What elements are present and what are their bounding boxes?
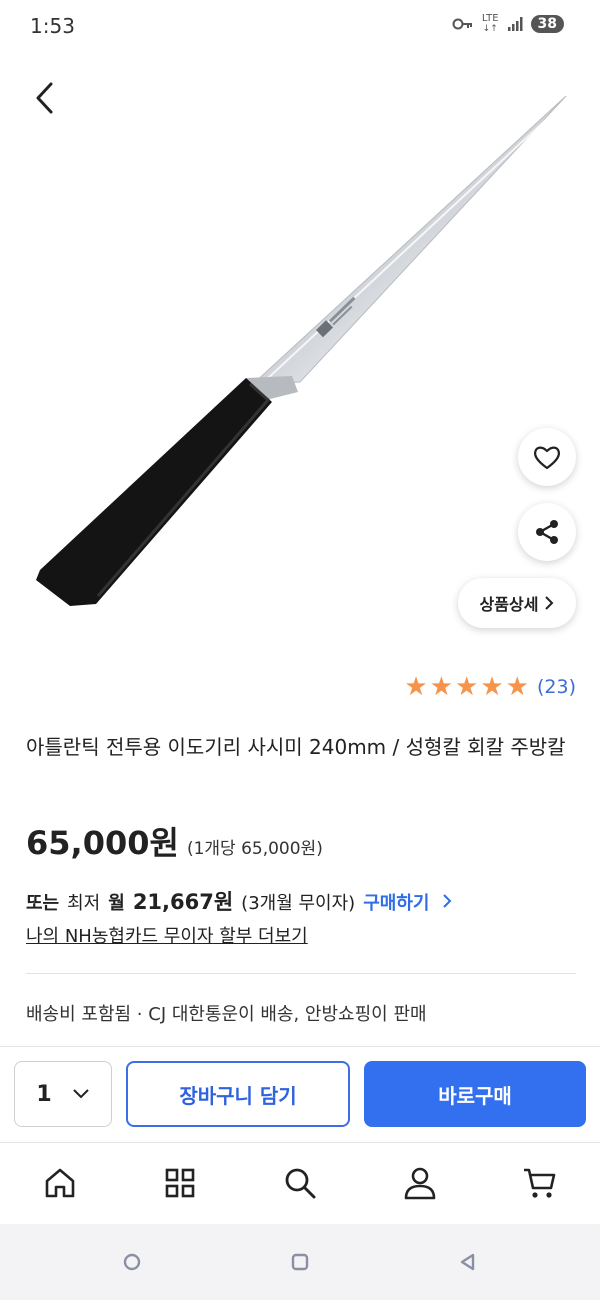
tab-home[interactable] — [38, 1161, 82, 1205]
star-icon: ★ — [404, 672, 428, 702]
triangle-back-icon — [460, 1253, 475, 1271]
tab-category[interactable] — [158, 1161, 202, 1205]
back-system-button[interactable] — [456, 1250, 480, 1274]
installment-buy-label: 구매하기 — [363, 893, 430, 914]
wishlist-button[interactable] — [518, 428, 576, 486]
recents-button[interactable] — [120, 1250, 144, 1274]
star-icon: ★ — [455, 672, 479, 702]
unit-price: (1개당 65,000원) — [186, 839, 323, 859]
tab-my-page[interactable] — [398, 1161, 442, 1205]
chevron-right-icon — [443, 894, 452, 908]
back-button[interactable] — [24, 76, 64, 120]
quantity-select[interactable]: 1 — [14, 1061, 112, 1127]
chevron-left-icon — [36, 82, 53, 114]
home-system-button[interactable] — [288, 1250, 312, 1274]
search-icon — [285, 1168, 316, 1199]
star-icon: ★ — [429, 672, 454, 702]
add-to-cart-button[interactable]: 장바구니 담기 — [126, 1061, 350, 1127]
star-icon: ★ — [505, 672, 529, 702]
home-icon — [45, 1168, 75, 1198]
circle-icon — [123, 1253, 141, 1271]
installment-label: 최저 — [67, 893, 101, 914]
installment-info: 또는 최저 월 21,667원 (3개월 무이자) 구매하기 — [26, 886, 452, 916]
square-icon — [291, 1253, 309, 1271]
grid-icon — [165, 1168, 195, 1198]
key-icon — [452, 18, 472, 30]
chevron-right-icon — [545, 596, 554, 610]
installment-prefix: 또는 — [26, 893, 60, 914]
battery-badge: 38 — [530, 15, 564, 33]
status-time: 1:53 — [30, 14, 75, 38]
product-title: 아틀란틱 전투용 이도기리 사시미 240mm / 성형칼 회칼 주방칼 — [26, 735, 566, 759]
purchase-bar: 1 장바구니 담기 바로구매 — [0, 1046, 600, 1142]
star-icon: ★ — [480, 672, 504, 702]
chevron-down-icon — [72, 1089, 89, 1099]
network-indicator: LTE ↓↑ — [481, 13, 499, 35]
tab-bar — [0, 1142, 600, 1224]
product-detail-button[interactable]: 상품상세 — [458, 578, 576, 628]
tab-search[interactable] — [278, 1161, 322, 1205]
signal-icon — [507, 17, 523, 31]
share-button[interactable] — [518, 503, 576, 561]
installment-month: 월 — [108, 893, 125, 914]
heart-icon — [534, 446, 560, 470]
network-type: LTE — [481, 13, 499, 24]
user-icon — [404, 1167, 436, 1200]
installment-amount: 21,667원 — [132, 890, 234, 914]
rating[interactable]: ★ ★ ★ ★ ★ (23) — [404, 672, 576, 702]
status-icons: LTE ↓↑ 38 — [452, 14, 564, 34]
card-installment-link[interactable]: 나의 NH농협카드 무이자 할부 더보기 — [26, 922, 308, 948]
product-detail-label: 상품상세 — [479, 595, 539, 614]
product-image — [36, 95, 567, 606]
tab-cart[interactable] — [518, 1161, 562, 1205]
price-row: 65,000원 (1개당 65,000원) — [26, 818, 323, 864]
review-count[interactable]: (23) — [537, 676, 576, 698]
cart-icon — [524, 1168, 556, 1198]
share-icon — [536, 520, 558, 544]
installment-term: (3개월 무이자) — [241, 893, 356, 914]
status-bar: 1:53 LTE ↓↑ 38 — [0, 0, 600, 56]
system-nav-bar — [0, 1224, 600, 1300]
price: 65,000원 — [26, 824, 179, 862]
quantity-value: 1 — [36, 1081, 52, 1107]
delivery-info: 배송비 포함됨 · CJ 대한통운이 배송, 안방쇼핑이 판매 — [26, 1004, 427, 1025]
divider — [26, 973, 576, 974]
data-arrows-icon: ↓↑ — [482, 24, 498, 34]
buy-now-button[interactable]: 바로구매 — [364, 1061, 586, 1127]
installment-buy-link[interactable]: 구매하기 — [363, 889, 452, 915]
